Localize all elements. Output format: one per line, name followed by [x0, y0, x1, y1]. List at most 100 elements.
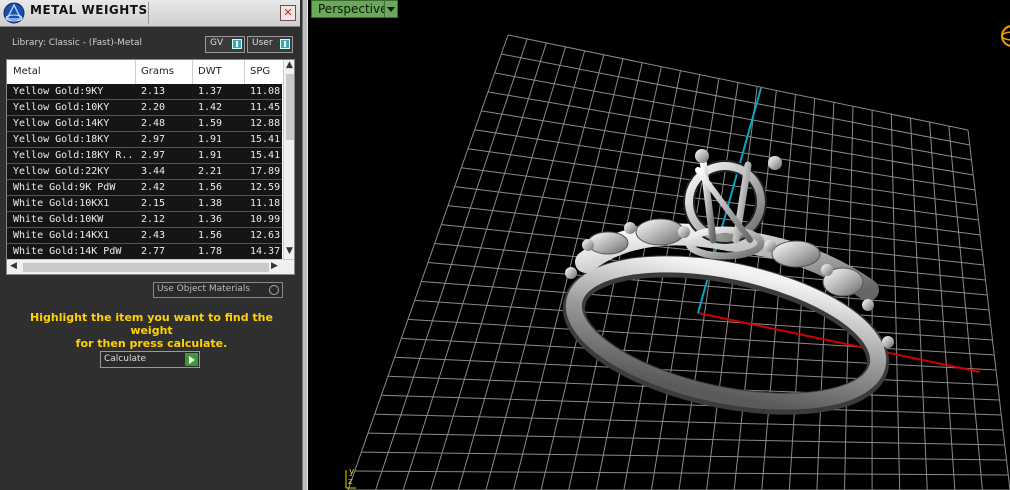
cell-dwt: 1.38: [198, 198, 223, 209]
gv-toggle-label: GV: [210, 38, 224, 48]
cell-metal: Yellow Gold:18KY: [13, 134, 110, 145]
gv-toggle-knob: [232, 39, 242, 49]
cell-dwt: 1.56: [198, 230, 223, 241]
grid-line: [967, 129, 1010, 490]
app-logo-icon: [3, 2, 25, 24]
grid-line: [367, 432, 1005, 446]
table-row[interactable]: White Gold:9K PdW 2.42 1.56 12.59: [7, 180, 282, 196]
cell-spg: 15.41: [250, 150, 281, 161]
cell-spg: 14.37: [250, 246, 281, 257]
vertical-scrollbar[interactable]: ▲ ▼: [283, 60, 294, 259]
cell-spg: 15.41: [250, 134, 281, 145]
user-toggle[interactable]: User: [247, 36, 293, 53]
cell-dwt: 1.91: [198, 134, 223, 145]
table-row[interactable]: White Gold:14KX1 2.43 1.56 12.63: [7, 228, 282, 244]
table-row[interactable]: Yellow Gold:18KY 2.97 1.91 15.41: [7, 132, 282, 148]
gizmo-y-label: y: [349, 467, 355, 477]
instruction-line-1: Highlight the item you want to find the …: [30, 311, 273, 337]
vertical-scroll-thumb[interactable]: [286, 74, 294, 140]
cell-grams: 2.15: [141, 198, 166, 209]
table-row[interactable]: Yellow Gold:10KY 2.20 1.42 11.45: [7, 100, 282, 116]
panel-title: METAL WEIGHTS: [30, 3, 148, 17]
cell-dwt: 1.36: [198, 214, 223, 225]
orbit-icon[interactable]: [1001, 25, 1010, 47]
table-row[interactable]: White Gold:10KX1 2.15 1.38 11.18: [7, 196, 282, 212]
header-dwt[interactable]: DWT: [198, 66, 222, 77]
horizontal-scrollbar[interactable]: ◀ ▶: [7, 259, 294, 274]
calculate-button[interactable]: Calculate: [100, 351, 200, 368]
cell-grams: 2.77: [141, 246, 166, 257]
cell-metal: Yellow Gold:10KY: [13, 102, 110, 113]
grid-line: [374, 413, 1004, 431]
cell-metal: Yellow Gold:22KY: [13, 166, 110, 177]
scroll-right-icon[interactable]: ▶: [271, 261, 278, 271]
table-row[interactable]: Yellow Gold:9KY 2.13 1.37 11.08: [7, 84, 282, 100]
grid-line: [407, 318, 995, 356]
cell-spg: 12.63: [250, 230, 281, 241]
use-object-materials-option[interactable]: Use Object Materials: [153, 282, 283, 298]
title-separator: [148, 2, 149, 24]
cell-dwt: 1.37: [198, 86, 223, 97]
view-dropdown-icon[interactable]: [384, 0, 398, 18]
use-object-materials-label: Use Object Materials: [157, 284, 251, 294]
instruction-text: Highlight the item you want to find the …: [14, 311, 289, 350]
table-row[interactable]: White Gold:10KW 2.12 1.36 10.99: [7, 212, 282, 228]
viewport-view-label[interactable]: Perspective: [311, 0, 395, 18]
close-button[interactable]: ✕: [280, 5, 296, 21]
library-label: Library: Classic - (Fast)-Metal: [12, 38, 143, 48]
cell-grams: 2.43: [141, 230, 166, 241]
cell-grams: 2.13: [141, 86, 166, 97]
cell-dwt: 1.42: [198, 102, 223, 113]
cell-grams: 2.20: [141, 102, 166, 113]
cell-metal: White Gold:9K PdW: [13, 182, 116, 193]
cell-spg: 17.89: [250, 166, 281, 177]
scroll-up-icon[interactable]: ▲: [286, 60, 293, 70]
cell-dwt: 2.21: [198, 166, 223, 177]
table-row[interactable]: White Gold:14K PdW 2.77 1.78 14.37: [7, 244, 282, 260]
calculate-label: Calculate: [104, 354, 147, 364]
play-arrow-icon[interactable]: [185, 353, 198, 366]
instruction-line-2: for then press calculate.: [75, 337, 228, 350]
cell-dwt: 1.56: [198, 182, 223, 193]
cell-spg: 11.08: [250, 86, 281, 97]
table-row[interactable]: Yellow Gold:18KY R... 2.97 1.91 15.41: [7, 148, 282, 164]
user-toggle-knob: [280, 39, 290, 49]
cell-metal: Yellow Gold:14KY: [13, 118, 110, 129]
scroll-down-icon[interactable]: ▼: [286, 246, 293, 256]
table-row[interactable]: Yellow Gold:22KY 3.44 2.21 17.89: [7, 164, 282, 180]
3d-viewport[interactable]: y z Perspective: [308, 0, 1010, 490]
grid-line: [401, 337, 997, 371]
scroll-left-icon[interactable]: ◀: [10, 261, 17, 271]
cell-metal: Yellow Gold:9KY: [13, 86, 104, 97]
table-row[interactable]: Yellow Gold:14KY 2.48 1.59 12.88: [7, 116, 282, 132]
cell-dwt: 1.91: [198, 150, 223, 161]
cell-spg: 11.45: [250, 102, 281, 113]
header-grams[interactable]: Grams: [141, 66, 174, 77]
grid-line: [414, 299, 993, 341]
cell-grams: 2.97: [141, 150, 166, 161]
metal-weights-panel: METAL WEIGHTS ✕ Library: Classic - (Fast…: [0, 0, 302, 490]
cell-spg: 12.88: [250, 118, 281, 129]
cell-grams: 2.12: [141, 214, 166, 225]
cell-metal: White Gold:14K PdW: [13, 246, 122, 257]
gv-toggle[interactable]: GV: [205, 36, 245, 53]
cell-metal: White Gold:10KW: [13, 214, 104, 225]
gizmo-z-label: z: [348, 477, 353, 487]
cell-dwt: 1.78: [198, 246, 223, 257]
header-metal[interactable]: Metal: [13, 66, 41, 77]
grid-line: [706, 86, 758, 490]
cell-grams: 2.42: [141, 182, 166, 193]
horizontal-scroll-thumb[interactable]: [23, 263, 269, 272]
metal-table: Metal Grams DWT SPG Yellow Gold:9KY 2.13 1…: [6, 59, 295, 275]
table-header: Metal Grams DWT SPG: [7, 60, 282, 85]
panel-titlebar[interactable]: METAL WEIGHTS ✕: [0, 0, 300, 27]
cell-metal: Yellow Gold:18KY R...: [13, 150, 131, 161]
cell-grams: 3.44: [141, 166, 166, 177]
header-spg[interactable]: SPG: [250, 66, 270, 77]
grid-line: [948, 125, 983, 490]
grid-line: [929, 122, 956, 490]
viewport-canvas: y z: [345, 25, 1010, 490]
cell-spg: 11.18: [250, 198, 281, 209]
cell-grams: 2.97: [141, 134, 166, 145]
radio-circle-icon[interactable]: [269, 285, 279, 295]
